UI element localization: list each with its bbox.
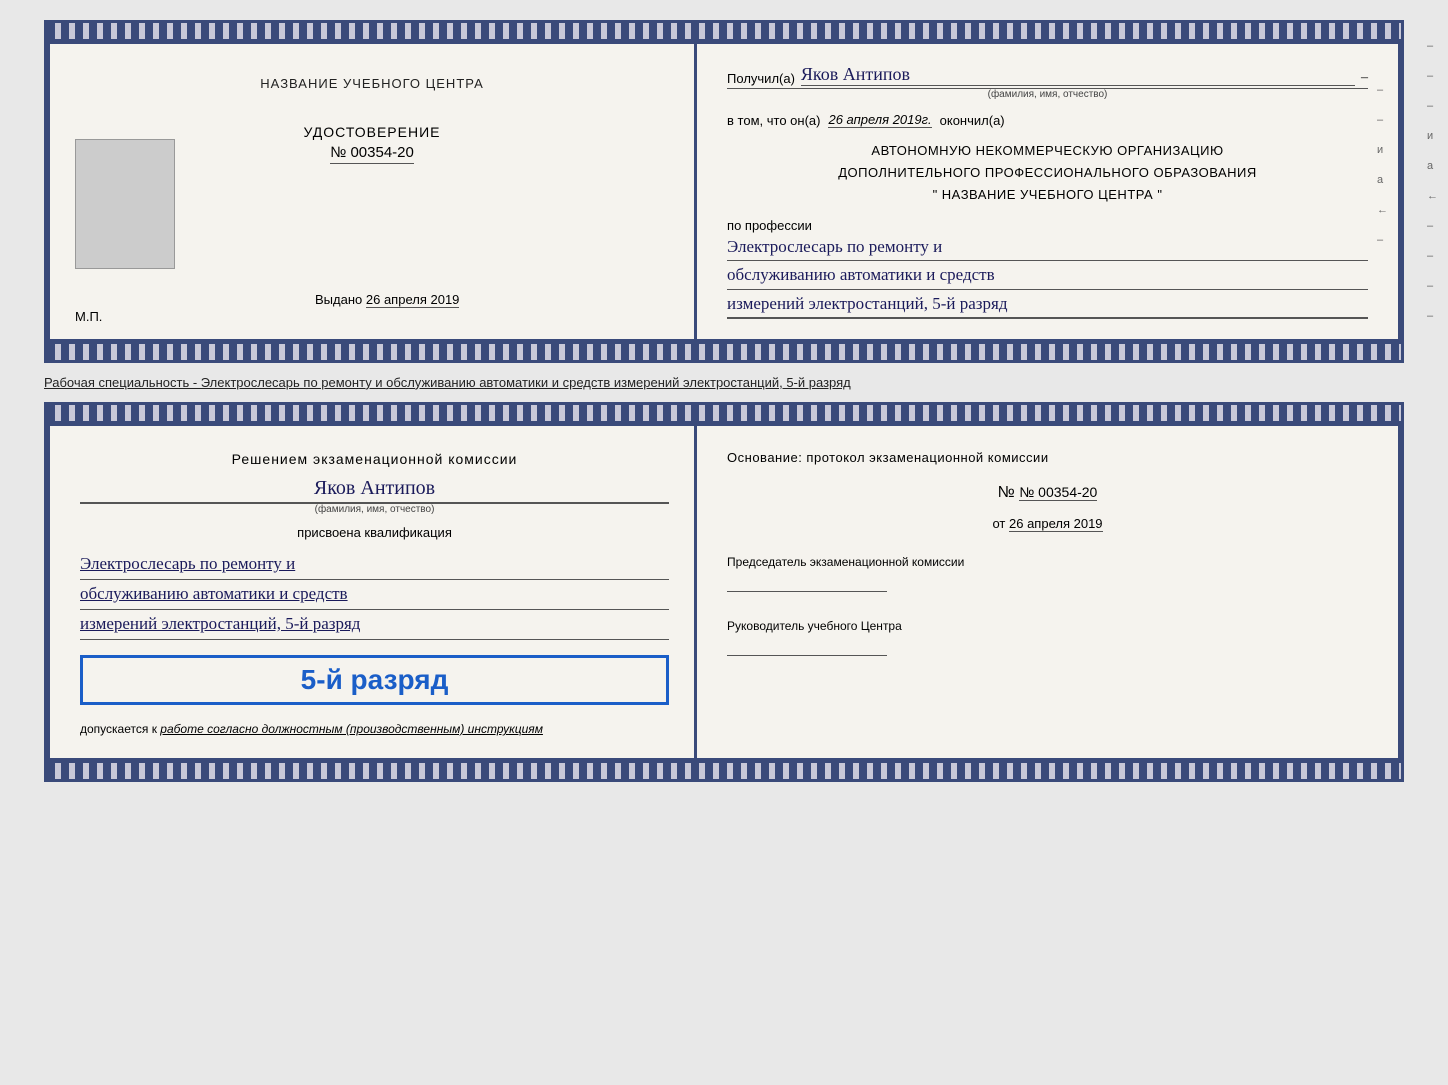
bottom-bottom-binding — [47, 761, 1401, 779]
name-section: Яков Антипов (фамилия, имя, отчество) — [80, 477, 669, 515]
chairman-title: Председатель экзаменационной комиссии — [727, 553, 1368, 571]
bottom-booklet-left: Решением экзаменационной комиссии Яков А… — [50, 426, 697, 758]
bottom-top-binding — [47, 405, 1401, 423]
document-container: НАЗВАНИЕ УЧЕБНОГО ЦЕНТРА УДОСТОВЕРЕНИЕ №… — [44, 20, 1404, 782]
okonchil-label: окончил(а) — [940, 113, 1005, 128]
qualification-text: Электрослесарь по ремонту и обслуживанию… — [80, 550, 669, 640]
protocol-number-value: № 00354-20 — [1019, 484, 1097, 501]
handwritten-name: Яков Антипов — [80, 477, 669, 503]
ot-prefix: от — [992, 516, 1005, 531]
director-block: Руководитель учебного Центра — [727, 617, 1368, 659]
chairman-block: Председатель экзаменационной комиссии — [727, 553, 1368, 595]
bottom-booklet: Решением экзаменационной комиссии Яков А… — [47, 423, 1401, 761]
prof-line1: Электрослесарь по ремонту и — [727, 233, 1368, 261]
vtom-prefix: в том, что он(а) — [727, 113, 820, 128]
recipient-section: Получил(а) Яков Антипов – (фамилия, имя,… — [727, 64, 1368, 100]
org-line3: " НАЗВАНИЕ УЧЕБНОГО ЦЕНТРА " — [727, 184, 1368, 206]
side-marks-top: – – и а ← – — [1377, 84, 1388, 246]
top-booklet-right: Получил(а) Яков Антипов – (фамилия, имя,… — [697, 44, 1398, 339]
prof-line3: измерений электростанций, 5-й разряд — [727, 290, 1368, 318]
top-binding — [47, 23, 1401, 41]
fio-sub: (фамилия, имя, отчество) — [80, 503, 669, 515]
protocol-number: № № 00354-20 — [727, 484, 1368, 502]
top-booklet: НАЗВАНИЕ УЧЕБНОГО ЦЕНТРА УДОСТОВЕРЕНИЕ №… — [47, 41, 1401, 342]
profession-label: по профессии — [727, 218, 1368, 233]
photo-placeholder — [75, 139, 175, 269]
dopuskaetsya-block: допускается к работе согласно должностны… — [80, 720, 669, 738]
mp-label: М.П. — [75, 309, 102, 324]
udostoverenie-title: УДОСТОВЕРЕНИЕ — [304, 124, 441, 140]
center-title: НАЗВАНИЕ УЧЕБНОГО ЦЕНТРА — [260, 74, 483, 94]
top-booklet-wrapper: НАЗВАНИЕ УЧЕБНОГО ЦЕНТРА УДОСТОВЕРЕНИЕ №… — [44, 20, 1404, 363]
udostoverenie-number: № 00354-20 — [330, 144, 414, 164]
qual-line2: обслуживанию автоматики и средств — [80, 580, 669, 610]
fio-label-top: (фамилия, имя, отчество) — [727, 88, 1368, 100]
poluchil-label: Получил(а) — [727, 71, 795, 86]
osnovaniye-text: Основание: протокол экзаменационной коми… — [727, 446, 1368, 469]
prof-line2: обслуживанию автоматики и средств — [727, 261, 1368, 289]
decision-text: Решением экзаменационной комиссии — [80, 451, 669, 467]
udostoverenie-block: УДОСТОВЕРЕНИЕ № 00354-20 — [304, 124, 441, 164]
dash: – — [1361, 70, 1368, 86]
profession-name: Электрослесарь по ремонту и обслуживанию… — [727, 233, 1368, 319]
number-prefix: № — [998, 484, 1020, 501]
org-block: АВТОНОМНУЮ НЕКОММЕРЧЕСКУЮ ОРГАНИЗАЦИЮ ДО… — [727, 140, 1368, 206]
razryad-badge: 5-й разряд — [80, 655, 669, 705]
dopusk-prefix: допускается к — [80, 722, 157, 736]
vydano-label: Выдано 26 апреля 2019 — [315, 292, 459, 307]
top-booklet-left: НАЗВАНИЕ УЧЕБНОГО ЦЕНТРА УДОСТОВЕРЕНИЕ №… — [50, 44, 697, 339]
po-professii: по профессии Электрослесарь по ремонту и… — [727, 218, 1368, 319]
qual-line1: Электрослесарь по ремонту и — [80, 550, 669, 580]
ot-line: от 26 апреля 2019 — [727, 516, 1368, 531]
ot-date: 26 апреля 2019 — [1009, 516, 1103, 532]
qual-line3: измерений электростанций, 5-й разряд — [80, 610, 669, 640]
chairman-signature-line — [727, 591, 887, 592]
vtom-line: в том, что он(а) 26 апреля 2019г. окончи… — [727, 112, 1368, 128]
bottom-booklet-wrapper: Решением экзаменационной комиссии Яков А… — [44, 402, 1404, 782]
director-signature-line — [727, 655, 887, 656]
completed-date: 26 апреля 2019г. — [828, 112, 931, 128]
bottom-booklet-right: Основание: протокол экзаменационной коми… — [697, 426, 1398, 758]
recipient-name: Яков Антипов — [801, 64, 1355, 86]
org-line2: ДОПОЛНИТЕЛЬНОГО ПРОФЕССИОНАЛЬНОГО ОБРАЗО… — [727, 162, 1368, 184]
middle-description: Рабочая специальность - Электрослесарь п… — [44, 373, 1404, 393]
top-bottom-binding — [47, 342, 1401, 360]
org-line1: АВТОНОМНУЮ НЕКОММЕРЧЕСКУЮ ОРГАНИЗАЦИЮ — [727, 140, 1368, 162]
prisvoena-text: присвоена квалификация — [80, 525, 669, 540]
director-title: Руководитель учебного Центра — [727, 617, 1368, 635]
vydano-date: 26 апреля 2019 — [366, 292, 460, 308]
dopusk-italic: работе согласно должностным (производств… — [160, 722, 543, 736]
